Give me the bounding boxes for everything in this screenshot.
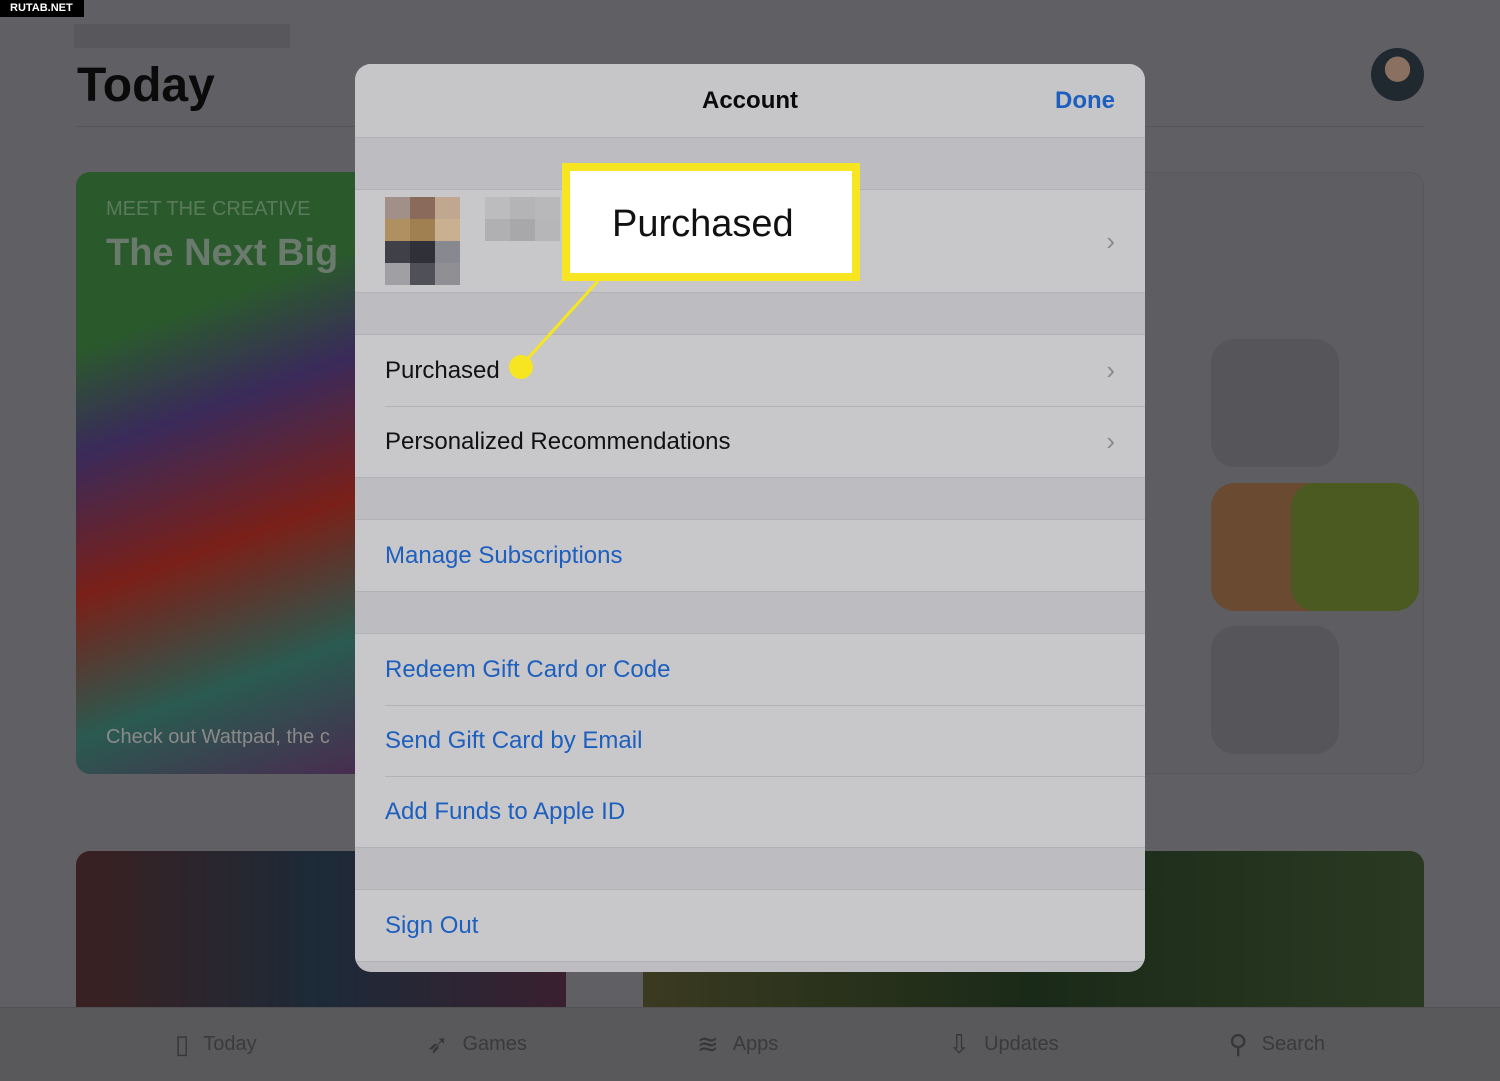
callout-box: Purchased [562, 163, 860, 281]
callout-line [519, 279, 600, 368]
callout-dot [509, 355, 533, 379]
